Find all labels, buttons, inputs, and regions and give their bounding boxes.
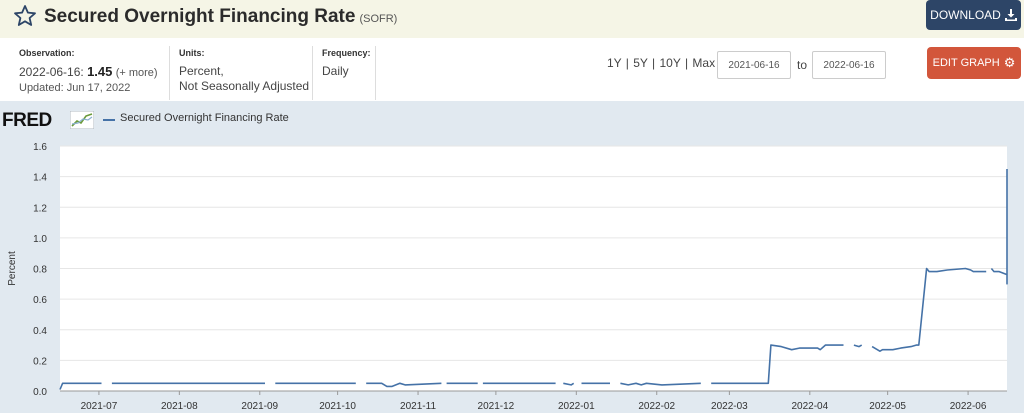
chart-svg: 0.0 0.2 0.4 0.6 0.8 1.0 1.2 1.4 1.6 2021-07 2021-0…	[7, 142, 1008, 412]
x-tick-label: 2021-10	[319, 401, 356, 412]
y-tick-label: 0.2	[33, 356, 47, 367]
x-tick-label: 2022-03	[711, 401, 748, 412]
x-tick-label: 2021-07	[81, 401, 118, 412]
x-tick-label: 2021-09	[241, 401, 278, 412]
y-tick-label: 0.4	[33, 326, 47, 337]
y-tick-label: 0.8	[33, 265, 47, 276]
y-axis-label: Percent	[7, 251, 18, 286]
x-tick-label: 2022-02	[638, 401, 675, 412]
x-tick-label: 2022-05	[869, 401, 906, 412]
x-tick-label: 2021-12	[478, 401, 515, 412]
x-tick-label: 2022-04	[791, 401, 828, 412]
x-tick-label: 2022-06	[950, 401, 987, 412]
x-tick-label: 2021-08	[161, 401, 198, 412]
y-tick-label: 1.2	[33, 203, 47, 214]
y-tick-label: 0.6	[33, 295, 47, 306]
x-tick-label: 2022-01	[558, 401, 595, 412]
y-tick-label: 1.4	[33, 173, 47, 184]
x-tick-label: 2021-11	[400, 401, 436, 412]
y-tick-label: 0.0	[33, 387, 47, 398]
y-tick-label: 1.0	[33, 234, 47, 245]
y-tick-label: 1.6	[33, 142, 47, 153]
